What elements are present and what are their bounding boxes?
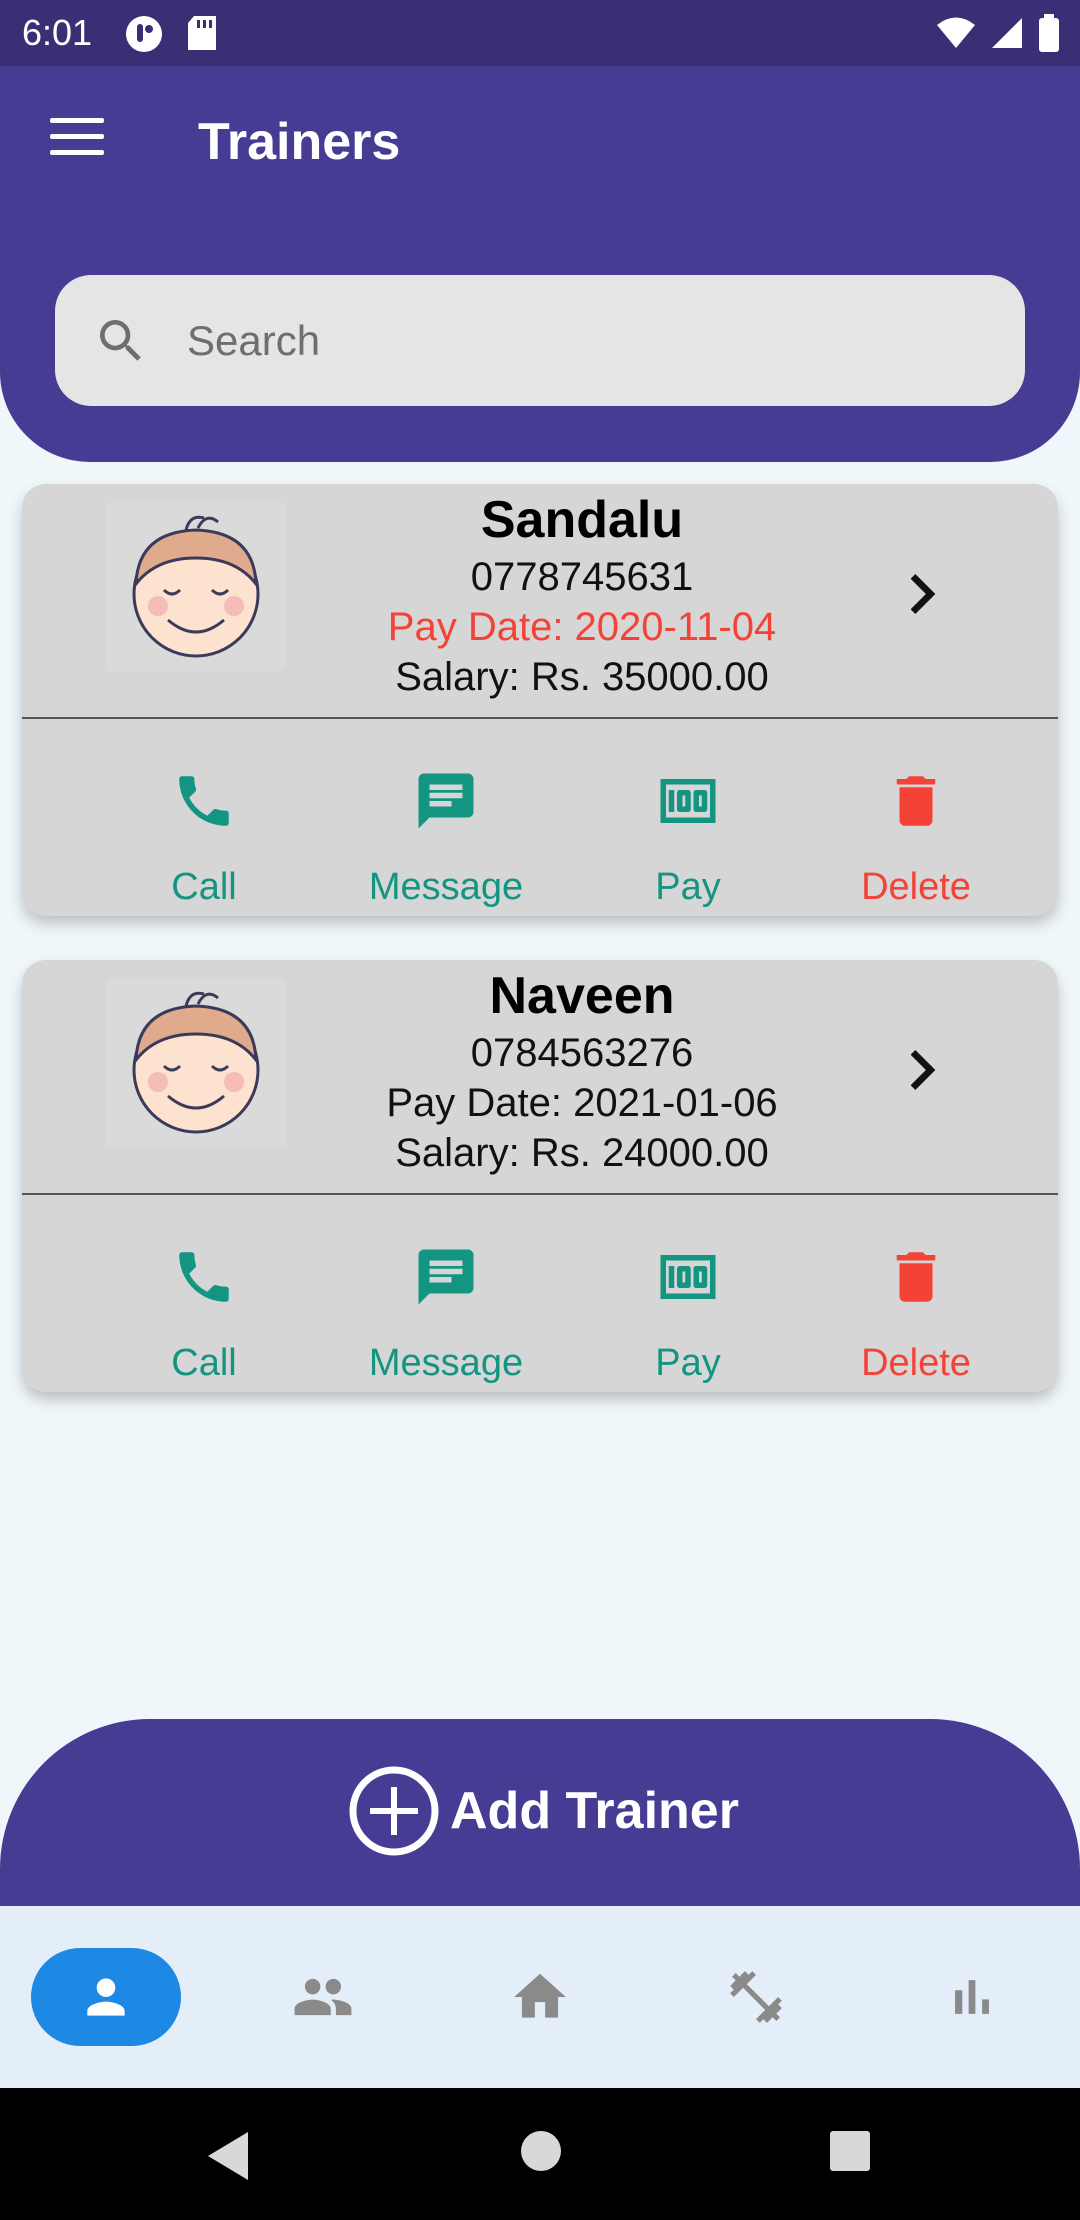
message-icon xyxy=(418,773,474,829)
nav-trainers[interactable] xyxy=(31,1948,181,2046)
trainer-name: Naveen xyxy=(489,967,675,1025)
nav-stats[interactable] xyxy=(897,1948,1047,2046)
phone-icon xyxy=(179,776,229,826)
message-button[interactable]: Message xyxy=(346,718,546,916)
message-button[interactable]: Message xyxy=(346,1194,546,1392)
sd-card-icon xyxy=(188,16,216,50)
bar-chart-icon xyxy=(955,1980,989,2014)
add-trainer-label: Add Trainer xyxy=(450,1782,739,1840)
pay-button[interactable]: Pay xyxy=(588,1194,788,1392)
battery-icon xyxy=(1039,14,1059,52)
chevron-right-icon[interactable] xyxy=(882,554,962,634)
pay-label: Pay xyxy=(655,1342,721,1384)
system-navigation-bar xyxy=(0,2088,1080,2220)
call-label: Call xyxy=(171,866,237,908)
message-label: Message xyxy=(368,1342,524,1384)
trainer-name: Sandalu xyxy=(480,491,684,549)
fitness-icon xyxy=(730,1971,782,2023)
call-label: Call xyxy=(171,1342,237,1384)
trainer-phone: 0778745631 xyxy=(470,555,694,599)
chevron-right-icon[interactable] xyxy=(882,1030,962,1110)
message-label: Message xyxy=(368,866,524,908)
add-trainer-button[interactable]: Add Trainer xyxy=(0,1719,1080,1906)
delete-label: Delete xyxy=(861,866,971,908)
home-icon xyxy=(514,1973,566,2018)
page-title: Trainers xyxy=(198,113,401,171)
trainer-phone: 0784563276 xyxy=(470,1031,694,1075)
bottom-navigation xyxy=(0,1906,1080,2088)
nav-home[interactable] xyxy=(465,1948,615,2046)
trash-icon xyxy=(896,1252,936,1302)
trainer-card[interactable]: Naveen 0784563276 Pay Date: 2021-01-06 S… xyxy=(22,960,1058,1392)
message-icon xyxy=(418,1249,474,1305)
home-button-icon[interactable] xyxy=(520,2130,562,2172)
status-bar: 6:01 xyxy=(0,0,1080,66)
trainer-card[interactable]: Sandalu 0778745631 Pay Date: 2020-11-04 … xyxy=(22,484,1058,916)
recents-icon[interactable] xyxy=(829,2130,871,2172)
group-icon xyxy=(294,1978,352,2016)
trainer-pay-date: Pay Date: 2020-11-04 xyxy=(387,605,777,649)
search-icon xyxy=(100,320,141,361)
delete-button[interactable]: Delete xyxy=(816,1194,1016,1392)
trainer-avatar xyxy=(106,978,286,1148)
wifi-icon xyxy=(937,17,975,48)
nav-fitness[interactable] xyxy=(681,1948,831,2046)
search-bar[interactable] xyxy=(55,275,1025,406)
app-notification-icon xyxy=(126,16,162,52)
pay-label: Pay xyxy=(655,866,721,908)
pay-button[interactable]: Pay xyxy=(588,718,788,916)
search-input[interactable] xyxy=(187,301,987,381)
delete-button[interactable]: Delete xyxy=(816,718,1016,916)
app-header: Trainers xyxy=(0,66,1080,462)
money-icon xyxy=(660,779,716,823)
person-icon xyxy=(87,1978,125,2016)
status-time: 6:01 xyxy=(22,12,93,53)
signal-icon xyxy=(992,18,1022,48)
trainer-pay-date: Pay Date: 2021-01-06 xyxy=(386,1081,778,1125)
add-circle-icon xyxy=(349,1766,439,1856)
phone-icon xyxy=(179,1252,229,1302)
delete-label: Delete xyxy=(861,1342,971,1384)
nav-members[interactable] xyxy=(248,1948,398,2046)
call-button[interactable]: Call xyxy=(104,1194,304,1392)
trainer-avatar xyxy=(106,502,286,672)
money-icon xyxy=(660,1255,716,1299)
menu-button[interactable] xyxy=(50,118,104,162)
call-button[interactable]: Call xyxy=(104,718,304,916)
trash-icon xyxy=(896,776,936,826)
back-icon[interactable] xyxy=(204,2130,252,2182)
menu-icon xyxy=(50,118,104,123)
trainer-salary: Salary: Rs. 24000.00 xyxy=(395,1131,769,1175)
trainer-salary: Salary: Rs. 35000.00 xyxy=(395,655,769,699)
